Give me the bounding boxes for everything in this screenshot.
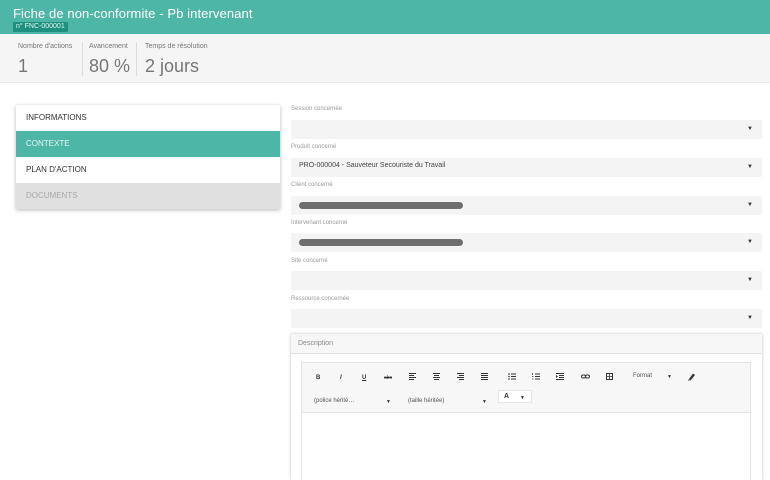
menu-item-plan-action[interactable]: PLAN D'ACTION bbox=[16, 157, 280, 183]
bullet-list-button[interactable] bbox=[508, 373, 516, 383]
intervenant-label: Intervenant concerné bbox=[291, 220, 348, 226]
text-color-button[interactable]: A bbox=[504, 393, 509, 401]
table-button[interactable] bbox=[606, 373, 613, 383]
link-button[interactable] bbox=[581, 373, 590, 383]
session-label: Session concernée bbox=[291, 106, 343, 112]
underline-button[interactable]: U bbox=[362, 374, 366, 382]
align-left-icon bbox=[409, 373, 416, 380]
stats-bar: Nombre d'actions 1 Avancement 80 % Temps… bbox=[0, 34, 770, 83]
ressource-label: Ressource concernée bbox=[291, 296, 350, 302]
align-center-icon bbox=[433, 373, 440, 380]
stat-label: Nombre d'actions bbox=[18, 43, 73, 50]
site-select[interactable]: ▼ bbox=[291, 271, 762, 290]
stat-divider bbox=[136, 42, 137, 76]
chevron-down-icon[interactable]: ▼ bbox=[667, 374, 672, 380]
stat-label: Temps de résolution bbox=[145, 43, 208, 50]
italic-button[interactable]: I bbox=[340, 374, 342, 382]
redacted-value bbox=[299, 239, 463, 246]
stat-value: 80 % bbox=[89, 56, 131, 76]
rich-text-editor: B I U abc Format ▼ (police hérité… ▼ (ta… bbox=[301, 362, 751, 480]
chevron-down-icon: ▼ bbox=[747, 239, 753, 245]
ressource-select[interactable]: ▼ bbox=[291, 309, 762, 328]
page-header: Fiche de non-conformite - Pb intervenant… bbox=[0, 0, 770, 34]
chevron-down-icon: ▼ bbox=[747, 315, 753, 321]
description-content-area[interactable] bbox=[302, 413, 750, 480]
link-icon bbox=[581, 374, 590, 379]
numbered-list-icon bbox=[532, 373, 540, 380]
indent-icon bbox=[556, 373, 564, 380]
redacted-value bbox=[299, 202, 463, 209]
numbered-list-button[interactable] bbox=[532, 373, 540, 383]
chevron-down-icon: ▼ bbox=[747, 202, 753, 208]
description-header: Description bbox=[291, 334, 762, 354]
indent-button[interactable] bbox=[556, 373, 564, 383]
bullet-list-icon bbox=[508, 373, 516, 380]
chevron-down-icon[interactable]: ▼ bbox=[386, 399, 391, 405]
intervenant-select[interactable]: ▼ bbox=[291, 233, 762, 252]
stat-value: 2 jours bbox=[145, 56, 200, 76]
site-label: Site concerné bbox=[291, 258, 328, 264]
session-select[interactable]: ▼ bbox=[291, 120, 762, 139]
menu-item-informations[interactable]: INFORMATIONS bbox=[16, 105, 280, 131]
stat-label: Avancement bbox=[89, 43, 128, 50]
description-panel: Description B I U abc Format ▼ (police h… bbox=[291, 334, 762, 480]
stat-value: 1 bbox=[18, 56, 29, 76]
align-right-icon bbox=[457, 373, 464, 380]
font-size-select[interactable]: (taille héritée) bbox=[408, 398, 444, 404]
select-value: PRO-000004 - Sauveteur Secouriste du Tra… bbox=[299, 162, 446, 169]
stat-avancement: Avancement 80 % bbox=[85, 34, 130, 83]
editor-toolbar: B I U abc Format ▼ (police hérité… ▼ (ta… bbox=[302, 363, 750, 413]
align-justify-icon bbox=[481, 373, 488, 380]
produit-select[interactable]: PRO-000004 - Sauveteur Secouriste du Tra… bbox=[291, 158, 762, 177]
stat-nombre-actions: Nombre d'actions 1 bbox=[14, 34, 72, 83]
align-left-button[interactable] bbox=[409, 373, 416, 383]
chevron-down-icon: ▼ bbox=[747, 126, 753, 132]
client-select[interactable]: ▼ bbox=[291, 196, 762, 215]
stat-temps-resolution: Temps de résolution 2 jours bbox=[141, 34, 208, 83]
align-justify-button[interactable] bbox=[481, 373, 488, 383]
chevron-down-icon[interactable]: ▼ bbox=[520, 395, 525, 401]
stat-divider bbox=[82, 42, 83, 76]
client-label: Client concerné bbox=[291, 182, 333, 188]
eraser-icon bbox=[688, 373, 695, 381]
strikethrough-button[interactable]: abc bbox=[384, 374, 392, 382]
bold-button[interactable]: B bbox=[316, 374, 320, 382]
page-title: Fiche de non-conformite - Pb intervenant bbox=[13, 6, 253, 21]
chevron-down-icon: ▼ bbox=[747, 164, 753, 170]
description-title: Description bbox=[298, 340, 334, 347]
align-right-button[interactable] bbox=[457, 373, 464, 383]
chevron-down-icon[interactable]: ▼ bbox=[482, 399, 487, 405]
produit-label: Produit concerné bbox=[291, 144, 337, 150]
align-center-button[interactable] bbox=[433, 373, 440, 383]
record-number-badge: n° FNC-000001 bbox=[13, 22, 68, 32]
format-select[interactable]: Format bbox=[633, 373, 652, 379]
chevron-down-icon: ▼ bbox=[747, 277, 753, 283]
menu-item-contexte[interactable]: CONTEXTE bbox=[16, 131, 280, 157]
table-icon bbox=[606, 373, 613, 380]
clear-format-button[interactable] bbox=[687, 372, 696, 384]
font-family-select[interactable]: (police hérité… bbox=[314, 398, 354, 404]
section-menu: INFORMATIONS CONTEXTE PLAN D'ACTION DOCU… bbox=[16, 105, 280, 209]
menu-item-documents: DOCUMENTS bbox=[16, 183, 280, 209]
